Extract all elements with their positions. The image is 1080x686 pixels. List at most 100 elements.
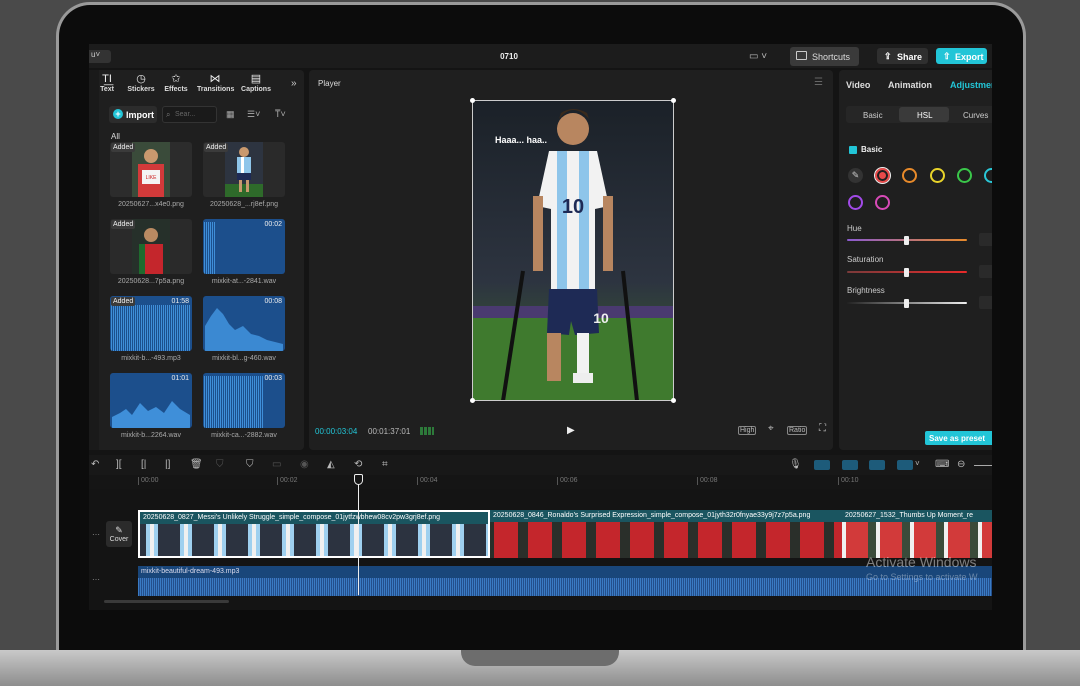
subtab-hsl[interactable]: HSL <box>917 111 933 120</box>
swatch-yellow[interactable] <box>930 168 945 183</box>
tab-video[interactable]: Video <box>846 80 870 90</box>
swatch-purple[interactable] <box>848 195 863 210</box>
brightness-slider-knob[interactable] <box>904 299 909 308</box>
saturation-slider-knob[interactable] <box>904 268 909 277</box>
media-item[interactable]: Added 20250628...7p5a.png <box>110 219 192 285</box>
split-track-icon[interactable] <box>897 460 913 470</box>
video-clip-messi[interactable]: 20250628_0827_Messi's Unlikely Struggle_… <box>138 510 490 558</box>
export-button[interactable]: ⇧ Export <box>936 48 987 64</box>
magnet-toggle-icon[interactable] <box>814 460 830 470</box>
filter-icon[interactable]: T̅˅ <box>275 109 286 119</box>
split-right-icon[interactable]: |] <box>165 459 170 470</box>
audio-clip[interactable]: mixkit-beautiful-dream-493.mp3 <box>138 566 992 596</box>
audio-waveform <box>111 305 191 351</box>
freeze-icon[interactable]: ▭ <box>272 459 281 470</box>
share-button[interactable]: ⇪ Share <box>877 48 928 64</box>
subtab-basic[interactable]: Basic <box>863 111 883 120</box>
hue-slider-knob[interactable] <box>904 236 909 245</box>
media-item[interactable]: Added 20250628_...rj8ef.png <box>203 142 285 208</box>
fullscreen-icon[interactable]: ⛶ <box>818 423 827 434</box>
save-preset-button[interactable]: Save as preset <box>925 431 992 445</box>
cover-button[interactable]: ✎ Cover <box>106 521 132 547</box>
clip-label: 20250628_0827_Messi's Unlikely Struggle_… <box>143 514 441 521</box>
reverse-icon[interactable]: ◉ <box>300 459 309 470</box>
tool-effects[interactable]: ✩ Effects <box>158 73 194 93</box>
tool-text[interactable]: T͟I Text <box>89 73 125 93</box>
caption-track-icon[interactable]: ⌨ <box>935 459 949 470</box>
layout-icon[interactable]: ▭ ˅ <box>749 51 767 62</box>
playhead-handle[interactable] <box>354 474 363 485</box>
grid-view-icon[interactable]: ▦ <box>226 109 235 120</box>
player-panel: Player ☰ 10 10 Haaa... haa.. 00:00:03:04… <box>309 70 833 450</box>
media-item[interactable]: 00:03 mixkit-ca...-2882.wav <box>203 373 285 439</box>
playhead[interactable] <box>358 475 359 595</box>
eyedropper-icon[interactable]: ✎ <box>848 168 863 183</box>
resize-handle[interactable] <box>671 398 676 403</box>
brightness-value-input[interactable] <box>979 296 992 309</box>
media-item[interactable]: Added 01:58 mixkit-b...-493.mp3 <box>110 296 192 362</box>
tool-transitions[interactable]: ⋈ Transitions <box>197 73 234 93</box>
video-preview[interactable]: 10 10 Haaa... haa.. <box>472 100 674 401</box>
resize-handle[interactable] <box>671 98 676 103</box>
microphone-icon[interactable]: 🎙 <box>789 459 802 470</box>
saturation-value-input[interactable] <box>979 265 992 278</box>
crop-icon[interactable]: ⌗ <box>382 459 388 470</box>
shield-icon[interactable]: ⛉ <box>216 459 224 470</box>
more-tools-icon[interactable]: » <box>291 78 297 89</box>
import-button[interactable]: + Import <box>109 106 157 123</box>
media-item[interactable]: Added LIKE 20250627...x4e0.png <box>110 142 192 208</box>
marker-icon[interactable]: ⛉ <box>246 459 254 470</box>
track-options-icon[interactable]: ⋯ <box>92 530 100 539</box>
subtab-curves[interactable]: Curves <box>963 111 988 120</box>
zoom-slider[interactable] <box>974 465 992 466</box>
share-icon: ⇪ <box>884 51 892 61</box>
filter-all-label[interactable]: All <box>111 132 120 141</box>
chevron-down-icon[interactable]: ˅ <box>915 459 920 468</box>
fit-icon[interactable]: ⌖ <box>767 423 775 434</box>
media-thumbnail: Added LIKE <box>110 142 192 197</box>
tool-stickers[interactable]: ◷ Stickers <box>123 73 159 93</box>
timeline-ruler[interactable]: 00:00 00:02 00:04 00:06 00:08 00:10 <box>89 475 992 489</box>
ratio-button[interactable]: Ratio <box>787 426 808 435</box>
sort-icon[interactable]: ☰˅ <box>247 109 260 120</box>
edit-icon: ✎ <box>115 525 123 535</box>
media-item[interactable]: 01:01 mixkit-b...2264.wav <box>110 373 192 439</box>
undo-icon[interactable]: ↶ <box>91 459 99 470</box>
caption-text[interactable]: Haaa... haa.. <box>495 135 547 145</box>
mirror-icon[interactable]: ◭ <box>327 459 335 470</box>
preview-axis-icon[interactable] <box>869 460 885 470</box>
swatch-green[interactable] <box>957 168 972 183</box>
rotate-icon[interactable]: ⟲ <box>354 459 362 470</box>
properties-panel: Video Animation Adjustment Basic HSL Cur… <box>839 70 992 450</box>
split-icon[interactable]: ][ <box>116 459 122 470</box>
swatch-magenta[interactable] <box>875 195 890 210</box>
quality-button[interactable]: High <box>738 426 757 435</box>
basic-checkbox[interactable] <box>849 146 857 154</box>
video-clip-thumbs-up[interactable]: 20250627_1532_Thumbs Up Moment_re <box>842 510 992 558</box>
delete-icon[interactable]: 🗑 <box>190 459 203 470</box>
swatch-orange[interactable] <box>902 168 917 183</box>
audio-track-options-icon[interactable]: ⋯ <box>92 575 100 584</box>
video-clip-ronaldo[interactable]: 20250628_0846_Ronaldo's Surprised Expres… <box>490 510 842 558</box>
play-icon[interactable]: ▶ <box>567 425 575 436</box>
media-search-input[interactable]: ⌕ Sear... <box>162 106 217 123</box>
resize-handle[interactable] <box>470 98 475 103</box>
tool-captions[interactable]: ▤ Captions <box>238 73 274 93</box>
activate-windows-title: Activate Windows <box>866 554 977 570</box>
zoom-out-icon[interactable]: ⊖ <box>957 459 965 470</box>
shortcuts-button[interactable]: Shortcuts <box>790 47 859 66</box>
hue-value-input[interactable] <box>979 233 992 246</box>
swatch-cyan[interactable] <box>984 168 992 183</box>
project-menu-button[interactable]: u˅ <box>89 50 111 63</box>
tab-animation[interactable]: Animation <box>888 80 932 90</box>
timeline-horizontal-scrollbar[interactable] <box>104 600 229 603</box>
swatch-red[interactable] <box>874 167 891 184</box>
resize-handle[interactable] <box>470 398 475 403</box>
media-item[interactable]: 00:08 mixkit-bl...g-460.wav <box>203 296 285 362</box>
link-toggle-icon[interactable] <box>842 460 858 470</box>
player-menu-icon[interactable]: ☰ <box>814 77 823 88</box>
split-left-icon[interactable]: [| <box>141 459 146 470</box>
tab-adjustment[interactable]: Adjustment <box>950 80 992 90</box>
ruler-tick: 00:10 <box>838 477 859 485</box>
media-item[interactable]: 00:02 mixkit-at...-2841.wav <box>203 219 285 285</box>
